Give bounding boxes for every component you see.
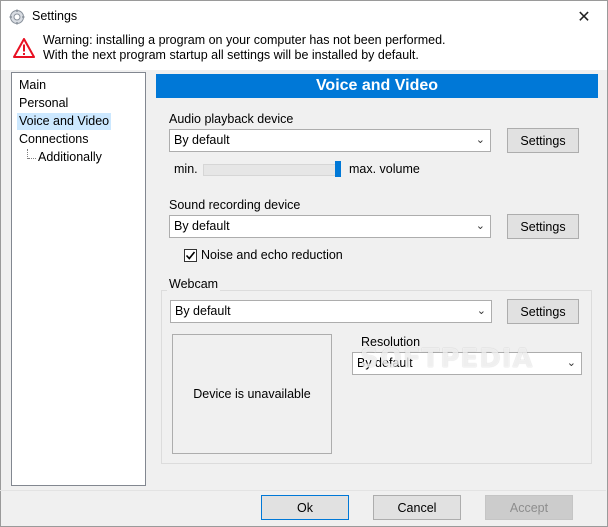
webcam-label: Webcam [167, 277, 221, 291]
webcam-preview-text: Device is unavailable [193, 387, 311, 401]
nav-item-additionally[interactable]: Additionally [36, 149, 104, 166]
audio-playback-select[interactable]: By default ⌄ [169, 129, 491, 152]
ok-label: Ok [297, 500, 313, 515]
audio-settings-label: Settings [520, 133, 566, 148]
webcam-preview: Device is unavailable [172, 334, 332, 454]
sound-recording-select[interactable]: By default ⌄ [169, 215, 491, 238]
checkmark-icon [185, 251, 196, 260]
chevron-down-icon: ⌄ [566, 357, 576, 369]
title-bar: Settings ✕ [1, 1, 607, 32]
chevron-down-icon: ⌄ [475, 134, 485, 146]
chevron-down-icon: ⌄ [475, 220, 485, 232]
nav-item-connections[interactable]: Connections [17, 131, 91, 148]
chevron-down-icon: ⌄ [476, 305, 486, 317]
sound-recording-value: By default [174, 219, 230, 233]
sound-recording-label: Sound recording device [169, 198, 301, 212]
webcam-settings-button[interactable]: Settings [507, 299, 579, 324]
resolution-value: By default [357, 356, 413, 370]
tree-connector-line [28, 158, 36, 159]
nav-item-main[interactable]: Main [17, 77, 48, 94]
warning-icon [13, 38, 35, 58]
volume-max-label: max. volume [349, 162, 420, 176]
volume-min-label: min. [174, 162, 198, 176]
webcam-settings-label: Settings [520, 304, 566, 319]
audio-settings-button[interactable]: Settings [507, 128, 579, 153]
close-icon: ✕ [577, 8, 591, 26]
app-gear-icon [9, 9, 25, 25]
webcam-value: By default [175, 304, 231, 318]
close-button[interactable]: ✕ [561, 1, 607, 32]
volume-slider-thumb[interactable] [335, 161, 341, 177]
webcam-select[interactable]: By default ⌄ [170, 300, 492, 323]
cancel-label: Cancel [397, 500, 437, 515]
nav-item-voice-and-video[interactable]: Voice and Video [17, 113, 112, 130]
accept-label: Accept [509, 500, 549, 515]
window-title: Settings [32, 9, 78, 23]
resolution-label: Resolution [361, 335, 421, 349]
audio-playback-value: By default [174, 133, 230, 147]
warning-text-line1: Warning: installing a program on your co… [43, 33, 446, 47]
noise-reduction-checkbox[interactable] [184, 249, 197, 262]
ok-button[interactable]: Ok [261, 495, 349, 520]
footer-divider [0, 490, 606, 491]
audio-playback-label: Audio playback device [169, 112, 294, 126]
panel-header: Voice and Video [156, 74, 598, 98]
nav-item-personal[interactable]: Personal [17, 95, 70, 112]
settings-nav-tree: Main Personal Voice and Video Connection… [11, 72, 146, 486]
accept-button[interactable]: Accept [485, 495, 573, 520]
warning-banner: Warning: installing a program on your co… [1, 32, 607, 70]
panel-title: Voice and Video [315, 77, 439, 94]
noise-reduction-label: Noise and echo reduction [201, 248, 343, 262]
recording-settings-label: Settings [520, 219, 566, 234]
resolution-select[interactable]: By default ⌄ [352, 352, 582, 375]
volume-slider-track[interactable] [203, 164, 341, 176]
cancel-button[interactable]: Cancel [373, 495, 461, 520]
recording-settings-button[interactable]: Settings [507, 214, 579, 239]
warning-text-line2: With the next program startup all settin… [43, 48, 419, 62]
